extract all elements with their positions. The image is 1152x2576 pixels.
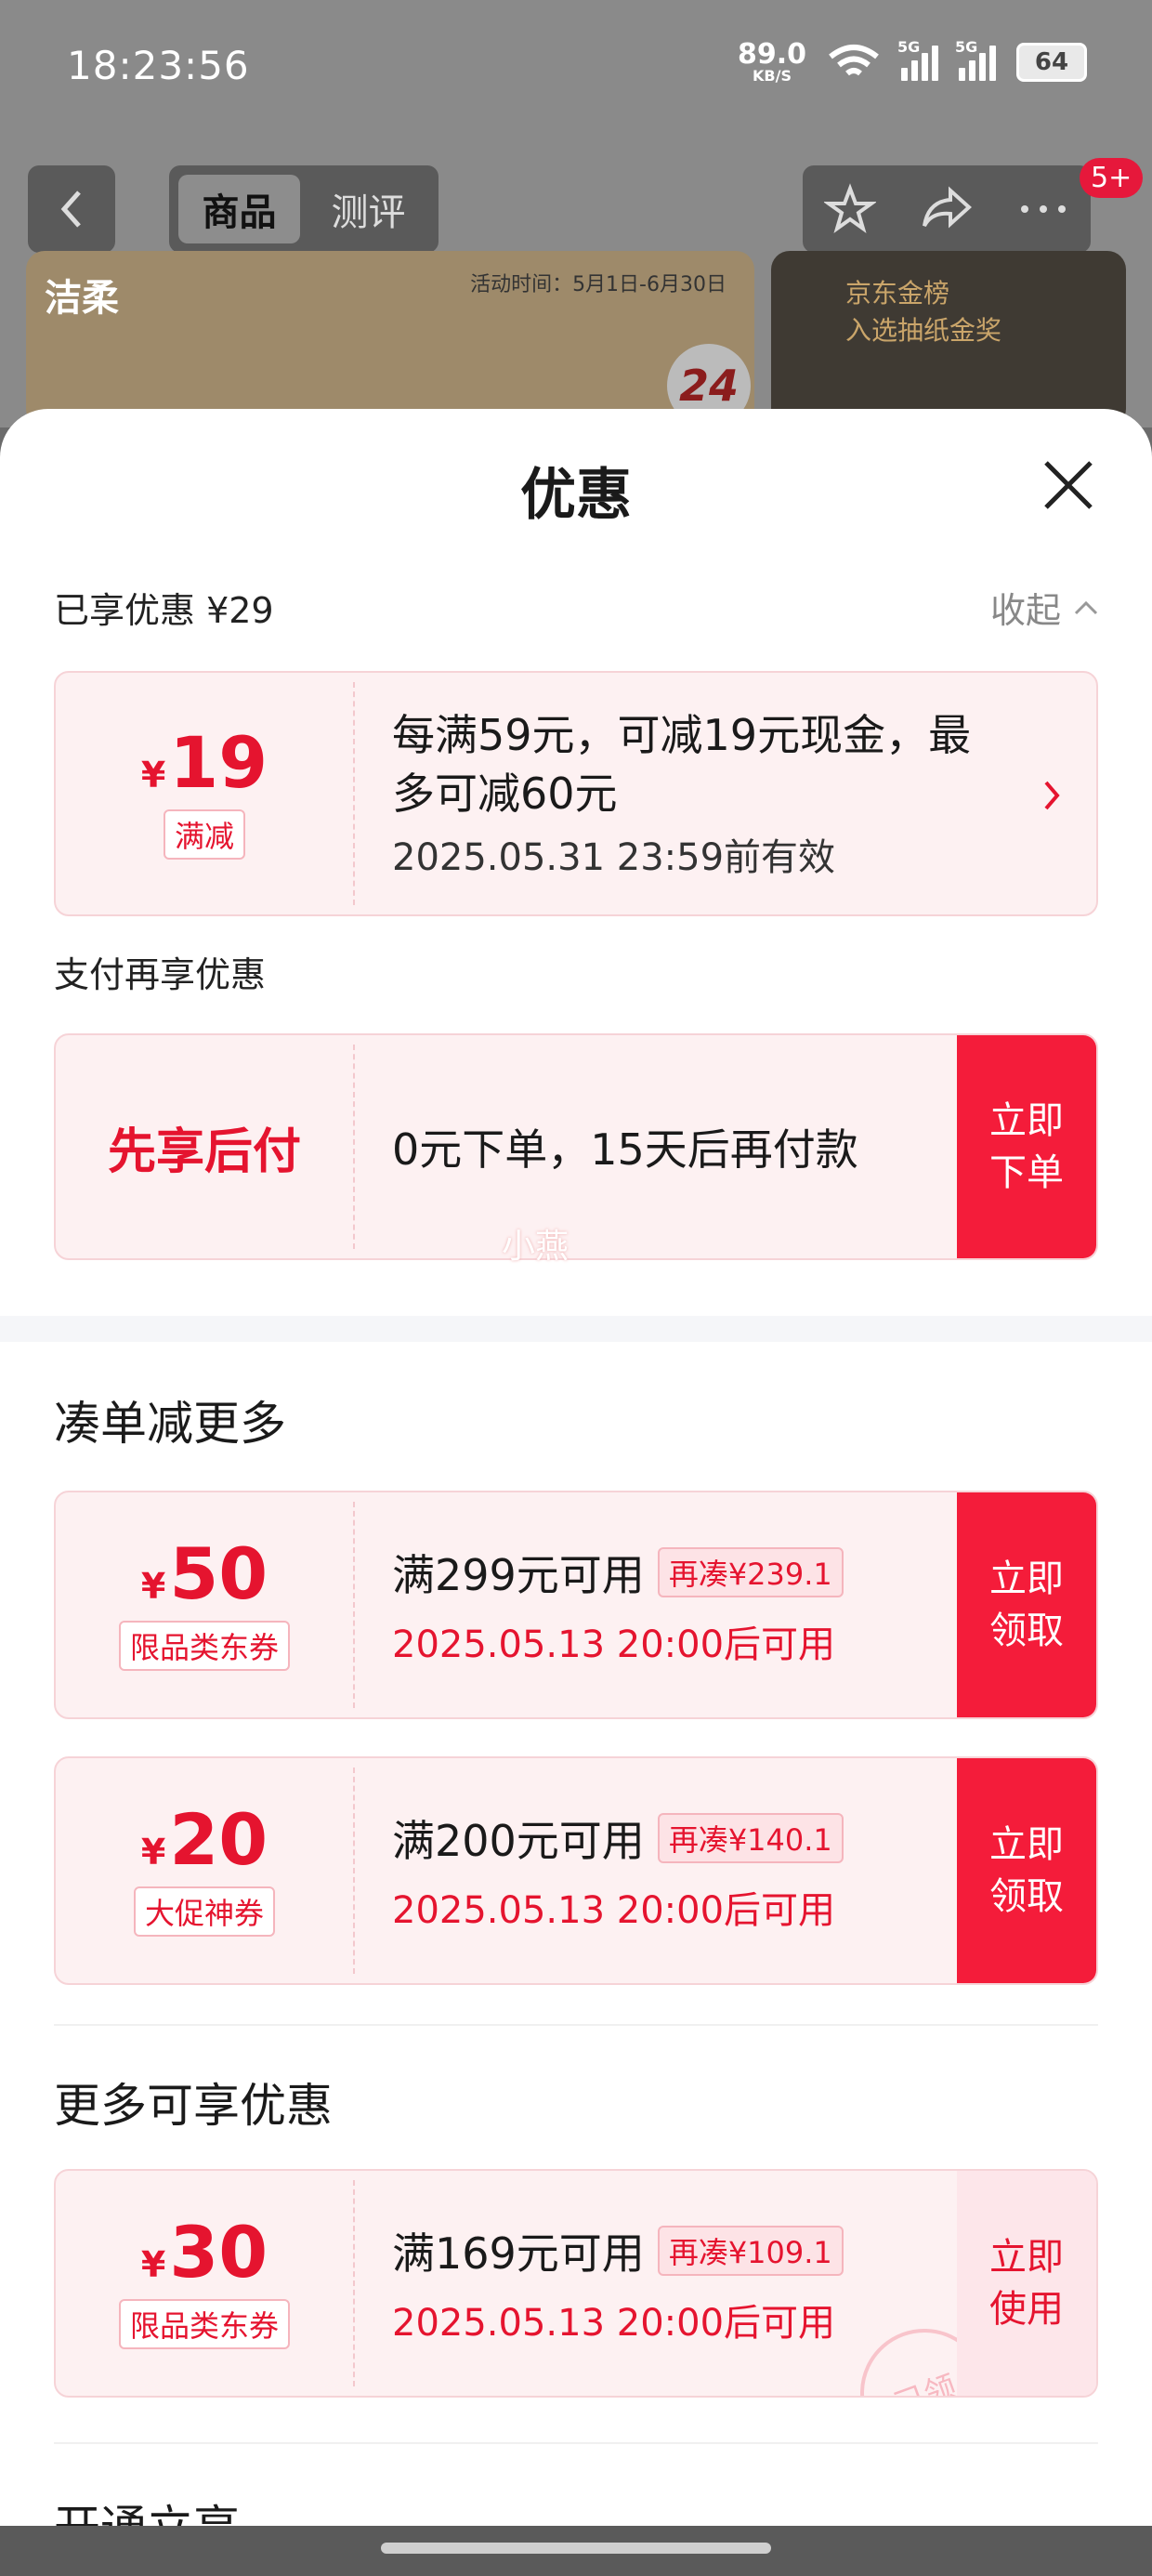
claim-coupon-button[interactable]: 立即 领取	[957, 1492, 1096, 1717]
section-separator	[0, 1316, 1152, 1342]
back-button[interactable]	[28, 165, 115, 253]
coupon-extra-badge: 再凑¥239.1	[657, 1547, 844, 1597]
status-time: 18:23:56	[67, 43, 250, 88]
chevron-up-icon	[1074, 600, 1098, 614]
status-bar: 18:23:56 89.0 KB/S 5G 5G 64	[0, 0, 1152, 139]
discount-validity: 2025.05.31 23:59前有效	[392, 835, 836, 879]
tab-product[interactable]: 商品	[178, 175, 300, 243]
coupon-amount: ¥ 50	[140, 1532, 268, 1615]
ranking-banner[interactable]: 京东金榜 入选抽纸金奖	[771, 251, 1126, 427]
coupon-time: 2025.05.13 20:00后可用	[392, 1889, 836, 1932]
divider	[54, 2024, 1098, 2026]
more-icon[interactable]	[1017, 200, 1069, 218]
ranking-subtitle: 入选抽纸金奖	[845, 315, 1002, 346]
coupon-condition: 满200元可用 再凑¥140.1	[392, 1807, 844, 1869]
divider	[54, 2442, 1098, 2444]
collapse-label: 收起	[989, 590, 1061, 631]
product-banner[interactable]: 洁柔 活动时间：5月1日-6月30日 24	[26, 251, 754, 427]
share-icon[interactable]	[919, 183, 975, 235]
coupon-time: 2025.05.13 20:00后可用	[392, 2302, 836, 2345]
chevron-right-icon	[1044, 781, 1060, 810]
coupon-amount-area: ¥ 20 大促神券	[56, 1758, 353, 1983]
network-speed: 89.0 KB/S	[737, 38, 806, 85]
nav-actions	[803, 165, 1091, 253]
coupon-condition: 满299元可用 再凑¥239.1	[392, 1542, 844, 1603]
tab-review[interactable]: 测评	[308, 175, 429, 243]
discount-amount-area: ¥ 19 满减	[56, 673, 353, 914]
star-icon[interactable]	[824, 183, 876, 235]
coupon-info: 满169元可用 再凑¥109.1 2025.05.13 20:00后可用	[392, 2171, 844, 2396]
brand-logo-text: 洁柔	[45, 277, 119, 320]
home-indicator[interactable]	[381, 2543, 771, 2554]
product-tabs: 商品 测评	[169, 165, 439, 253]
more-heading: 更多可享优惠	[54, 2079, 333, 2133]
wifi-icon	[829, 45, 879, 76]
pay-later-info: 0元下单，15天后再付款	[392, 1035, 858, 1258]
discount-tag: 满减	[163, 809, 245, 860]
message-badge: 5+	[1080, 158, 1144, 198]
order-now-button[interactable]: 立即 下单	[957, 1035, 1096, 1258]
pay-section-label: 支付再享优惠	[54, 954, 267, 995]
discount-sheet: 优惠 已享优惠 ¥29 收起 ¥ 19 满减 每满59元，可减19元现金，最多可…	[0, 409, 1152, 2576]
pay-later-card: 先享后付 0元下单，15天后再付款 立即 下单	[54, 1033, 1098, 1260]
close-icon[interactable]	[1041, 457, 1096, 513]
coupon-tag: 限品类东券	[118, 2299, 290, 2349]
sheet-title: 优惠	[520, 463, 632, 528]
coupon-tag: 大促神券	[133, 1886, 275, 1937]
battery-icon: 64	[1016, 43, 1087, 82]
coupon-extra-badge: 再凑¥109.1	[657, 2226, 844, 2276]
bundle-heading: 凑单减更多	[54, 1397, 286, 1451]
signal-5g-icon-2: 5G	[955, 38, 996, 81]
coupon-tag: 限品类东券	[118, 1621, 290, 1671]
watermark: 小燕	[502, 1228, 569, 1266]
pay-later-title: 先享后付	[107, 1124, 301, 1180]
signal-5g-icon: 5G	[897, 38, 938, 81]
coupon-condition: 满169元可用 再凑¥109.1	[392, 2220, 844, 2281]
enjoyed-discount: 已享优惠 ¥29	[54, 590, 274, 631]
coupon-card: ¥ 50 限品类东券 满299元可用 再凑¥239.1 2025.05.13 2…	[54, 1491, 1098, 1719]
coupon-extra-badge: 再凑¥140.1	[657, 1813, 844, 1863]
divider	[353, 2180, 355, 2386]
coupon-amount: ¥ 30	[140, 2211, 268, 2293]
discount-info: 每满59元，可减19元现金，最多可减60元 2025.05.31 23:59前有…	[392, 673, 1005, 914]
coupon-info: 满200元可用 再凑¥140.1 2025.05.13 20:00后可用	[392, 1758, 844, 1983]
divider	[353, 1768, 355, 1974]
coupon-card: ¥ 20 大促神券 满200元可用 再凑¥140.1 2025.05.13 20…	[54, 1756, 1098, 1985]
status-icons: 89.0 KB/S 5G 5G 64	[737, 38, 1087, 85]
coupon-amount-area: ¥ 50 限品类东券	[56, 1492, 353, 1717]
discount-desc: 每满59元，可减19元现金，最多可减60元	[392, 710, 972, 819]
collapse-button[interactable]: 收起	[990, 582, 1100, 633]
pay-later-title-area: 先享后付	[56, 1035, 353, 1258]
discount-card[interactable]: ¥ 19 满减 每满59元，可减19元现金，最多可减60元 2025.05.31…	[54, 671, 1098, 916]
use-coupon-button[interactable]: 立即 使用	[957, 2171, 1096, 2396]
divider	[353, 682, 355, 905]
divider	[353, 1502, 355, 1708]
ranking-title: 京东金榜	[845, 278, 950, 309]
activity-time: 活动时间：5月1日-6月30日	[470, 273, 727, 296]
coupon-info: 满299元可用 再凑¥239.1 2025.05.13 20:00后可用	[392, 1492, 844, 1717]
claim-coupon-button[interactable]: 立即 领取	[957, 1758, 1096, 1983]
coupon-amount: ¥ 20	[140, 1798, 268, 1881]
coupon-card: ¥ 30 限品类东券 满169元可用 再凑¥109.1 2025.05.13 2…	[54, 2169, 1098, 2398]
chevron-left-icon	[60, 191, 81, 228]
product-navbar: 商品 测评	[0, 165, 1152, 255]
coupon-amount-area: ¥ 30 限品类东券	[56, 2171, 353, 2396]
pay-later-desc: 0元下单，15天后再付款	[392, 1124, 858, 1175]
discount-amount: ¥ 19	[140, 721, 268, 804]
coupon-time: 2025.05.13 20:00后可用	[392, 1623, 836, 1666]
divider	[353, 1045, 355, 1249]
